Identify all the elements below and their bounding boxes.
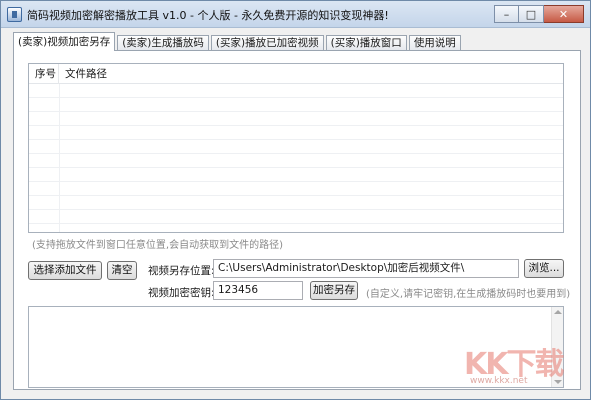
minimize-button[interactable]: – (494, 5, 519, 23)
list-header: 序号 文件路径 (29, 64, 563, 84)
app-window: 简码视频加密解密播放工具 v1.0 - 个人版 - 永久免费开源的知识变现神器!… (0, 0, 591, 400)
scroll-up-icon[interactable] (554, 310, 562, 314)
encrypt-key-note: (自定义,请牢记密钥,在生成播放码时也要用到) (366, 289, 571, 300)
save-location-label: 视频另存位置: (148, 265, 215, 277)
browse-button[interactable]: 浏览... (524, 259, 564, 278)
site-watermark: KK下载 www.kkx.net (464, 339, 576, 389)
file-list[interactable]: 序号 文件路径 (28, 63, 564, 233)
tab-strip: (卖家)视频加密另存 (卖家)生成播放码 (买家)播放已加密视频 (买家)播放窗… (13, 32, 463, 51)
list-rows (29, 84, 563, 232)
clear-button[interactable]: 清空 (107, 261, 137, 280)
tab-instructions[interactable]: 使用说明 (408, 35, 461, 51)
select-add-files-button[interactable]: 选择添加文件 (28, 261, 102, 280)
maximize-button[interactable]: □ (519, 5, 544, 23)
save-location-field[interactable]: C:\Users\Administrator\Desktop\加密后视频文件\ (213, 259, 519, 278)
watermark-url: www.kkx.net (470, 376, 528, 386)
tab-encrypt-save[interactable]: (卖家)视频加密另存 (13, 32, 116, 51)
tab-play-encrypted-video[interactable]: (买家)播放已加密视频 (210, 35, 324, 51)
window-title: 简码视频加密解密播放工具 v1.0 - 个人版 - 永久免费开源的知识变现神器! (27, 9, 389, 22)
tab-play-window[interactable]: (买家)播放窗口 (325, 35, 407, 51)
drag-drop-hint: (支持拖放文件到窗口任意位置,会自动获取到文件的路径) (32, 240, 283, 251)
close-button[interactable]: ✕ (544, 5, 584, 23)
caption-buttons: – □ ✕ (494, 5, 584, 24)
encrypt-key-label: 视频加密密钥: (148, 287, 215, 299)
encrypt-key-field[interactable]: 123456 (213, 281, 303, 300)
encrypt-save-button[interactable]: 加密另存 (310, 281, 358, 300)
column-header-path[interactable]: 文件路径 (59, 64, 563, 84)
column-header-no[interactable]: 序号 (29, 64, 59, 84)
tab-generate-play-code[interactable]: (卖家)生成播放码 (117, 35, 209, 51)
app-icon (7, 7, 22, 22)
title-bar[interactable]: 简码视频加密解密播放工具 v1.0 - 个人版 - 永久免费开源的知识变现神器!… (1, 1, 590, 28)
